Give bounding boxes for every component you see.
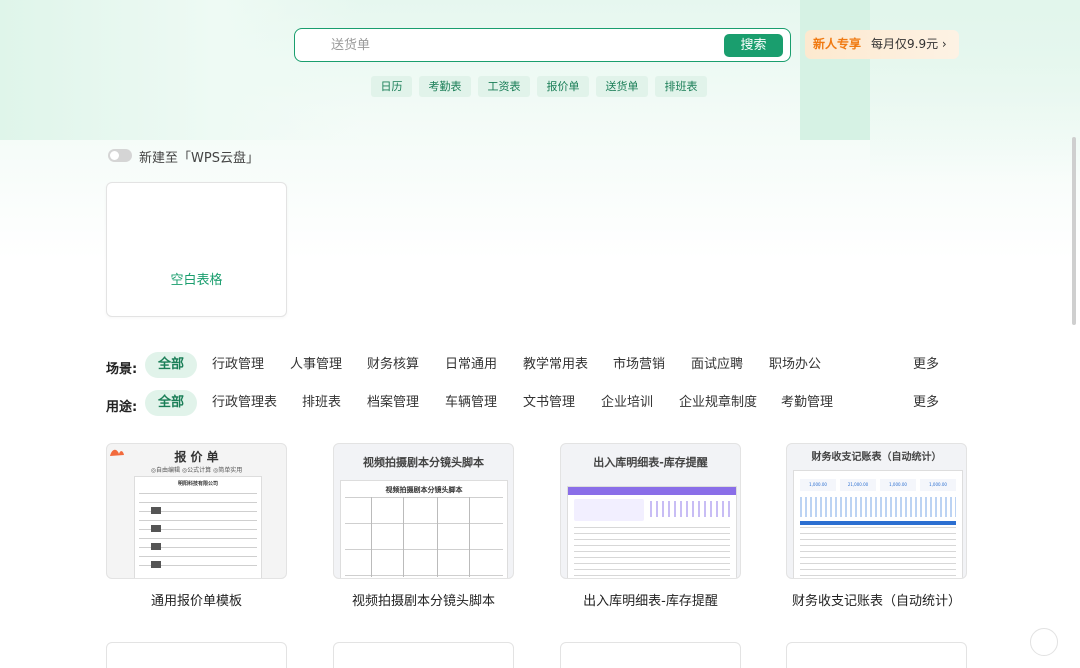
grid-line [403, 497, 404, 577]
template-card[interactable] [560, 642, 741, 668]
thumb-stat: 1,000.00 [880, 479, 916, 491]
blank-spreadsheet-label: 空白表格 [170, 273, 223, 288]
product-thumb-image [151, 525, 161, 532]
template-name[interactable]: 通用报价单模板 [106, 590, 287, 609]
usage-filter-option[interactable]: 全部 [145, 390, 197, 416]
product-thumb-image [151, 507, 161, 514]
usage-filter-option[interactable]: 文书管理 [523, 390, 575, 416]
usage-more-button[interactable]: 更多 [913, 390, 939, 416]
scene-filter-option[interactable]: 财务核算 [367, 352, 419, 378]
scene-more-button[interactable]: 更多 [913, 352, 939, 378]
usage-filter-label: 用途: [106, 400, 138, 415]
quick-tag[interactable]: 送货单 [596, 76, 648, 97]
promo-banner[interactable]: 新人专享 每月仅9.9元 › [805, 30, 959, 59]
template-thumb-company: 明阳科技有限公司 [177, 481, 218, 487]
quick-tag[interactable]: 工资表 [478, 76, 530, 97]
search-bar: 搜索 [294, 28, 791, 62]
scene-filter-option[interactable]: 市场营销 [613, 352, 665, 378]
usage-filter-option[interactable]: 企业规章制度 [679, 390, 757, 416]
thumb-stat-panel [574, 499, 644, 521]
scene-filter-option[interactable]: 人事管理 [290, 352, 342, 378]
scene-filter-option[interactable]: 职场办公 [769, 352, 821, 378]
grid-line [469, 497, 470, 577]
template-thumb-title: 财务收支记账表（自动统计） [811, 452, 942, 463]
cloud-toggle[interactable] [108, 149, 132, 162]
template-thumb-sheet: 1,000.00 21,000.00 1,000.00 1,000.00 [793, 470, 963, 578]
template-thumb-sheet [567, 486, 737, 578]
template-thumb-title: 报 价 单 [174, 450, 219, 464]
toggle-knob [110, 151, 119, 160]
scene-filter-label: 场景: [106, 362, 138, 377]
search-input[interactable] [331, 35, 711, 55]
scrollbar[interactable] [1072, 137, 1076, 325]
product-thumb-image [151, 543, 161, 550]
template-card-video-script[interactable]: 视频拍摄剧本分镜头脚本 视频拍摄剧本分镜头脚本 [333, 443, 514, 579]
template-card-quote[interactable]: 报 价 单 ◎自由编辑 ◎公式计算 ◎简单实用 明阳科技有限公司 [106, 443, 287, 579]
thumb-stat: 21,000.00 [840, 479, 876, 491]
search-button[interactable]: 搜索 [724, 34, 783, 57]
template-thumb-sheet: 明阳科技有限公司 [134, 476, 262, 578]
scene-filter-option[interactable]: 全部 [145, 352, 197, 378]
template-card[interactable] [106, 642, 287, 668]
thumb-stat: 1,000.00 [800, 479, 836, 491]
quick-tag[interactable]: 排班表 [655, 76, 707, 97]
template-name[interactable]: 财务收支记账表（自动统计） [786, 590, 967, 609]
thumb-table-header [800, 521, 956, 525]
scene-filter-option[interactable]: 行政管理 [212, 352, 264, 378]
template-name[interactable]: 视频拍摄剧本分镜头脚本 [333, 590, 514, 609]
blank-spreadsheet-card[interactable]: 空白表格 [106, 182, 287, 317]
back-to-top-button[interactable] [1030, 628, 1058, 656]
template-card[interactable] [333, 642, 514, 668]
promo-text: 每月仅9.9元 › [871, 37, 947, 51]
scene-filter-option[interactable]: 面试应聘 [691, 352, 743, 378]
template-thumb-title: 出入库明细表-库存提醒 [593, 456, 708, 469]
usage-filter-option[interactable]: 排班表 [302, 390, 341, 416]
template-thumb-subtitle: ◎自由编辑 ◎公式计算 ◎简单实用 [150, 467, 243, 474]
usage-filter-option[interactable]: 车辆管理 [445, 390, 497, 416]
template-thumb-subtitle: 视频拍摄剧本分镜头脚本 [385, 486, 463, 494]
thumb-stat: 1,000.00 [920, 479, 956, 491]
scene-filter-option[interactable]: 日常通用 [445, 352, 497, 378]
template-thumb-rows [574, 527, 730, 577]
template-card-inventory[interactable]: 出入库明细表-库存提醒 [560, 443, 741, 579]
template-card[interactable] [786, 642, 967, 668]
header-decoration-right [870, 0, 1080, 180]
header-decoration-left [0, 0, 360, 140]
usage-filter-option[interactable]: 企业培训 [601, 390, 653, 416]
promo-badge: 新人专享 [813, 37, 862, 51]
template-thumb-sheet: 视频拍摄剧本分镜头脚本 [340, 480, 508, 578]
template-name[interactable]: 出入库明细表-库存提醒 [560, 590, 741, 609]
usage-filter-option[interactable]: 考勤管理 [781, 390, 833, 416]
usage-filter-option[interactable]: 档案管理 [367, 390, 419, 416]
product-thumb-image [151, 561, 161, 568]
template-thumb-rows [800, 527, 956, 577]
quick-tag[interactable]: 考勤表 [419, 76, 471, 97]
template-thumb-rows [345, 497, 503, 577]
thumb-bar-chart [650, 501, 730, 517]
usage-filter-option[interactable]: 行政管理表 [212, 390, 277, 416]
grid-line [371, 497, 372, 577]
quick-tag[interactable]: 报价单 [537, 76, 589, 97]
template-card-finance[interactable]: 财务收支记账表（自动统计） 1,000.00 21,000.00 1,000.0… [786, 443, 967, 579]
thumb-bar-chart [800, 497, 956, 517]
cloud-toggle-label: 新建至「WPS云盘」 [139, 151, 259, 166]
grid-line [437, 497, 438, 577]
scene-filter-option[interactable]: 教学常用表 [523, 352, 588, 378]
quick-tag[interactable]: 日历 [371, 76, 412, 97]
template-thumb-title: 视频拍摄剧本分镜头脚本 [363, 456, 484, 469]
header-decoration-bar [800, 0, 870, 140]
thumb-header-bar [568, 487, 736, 495]
